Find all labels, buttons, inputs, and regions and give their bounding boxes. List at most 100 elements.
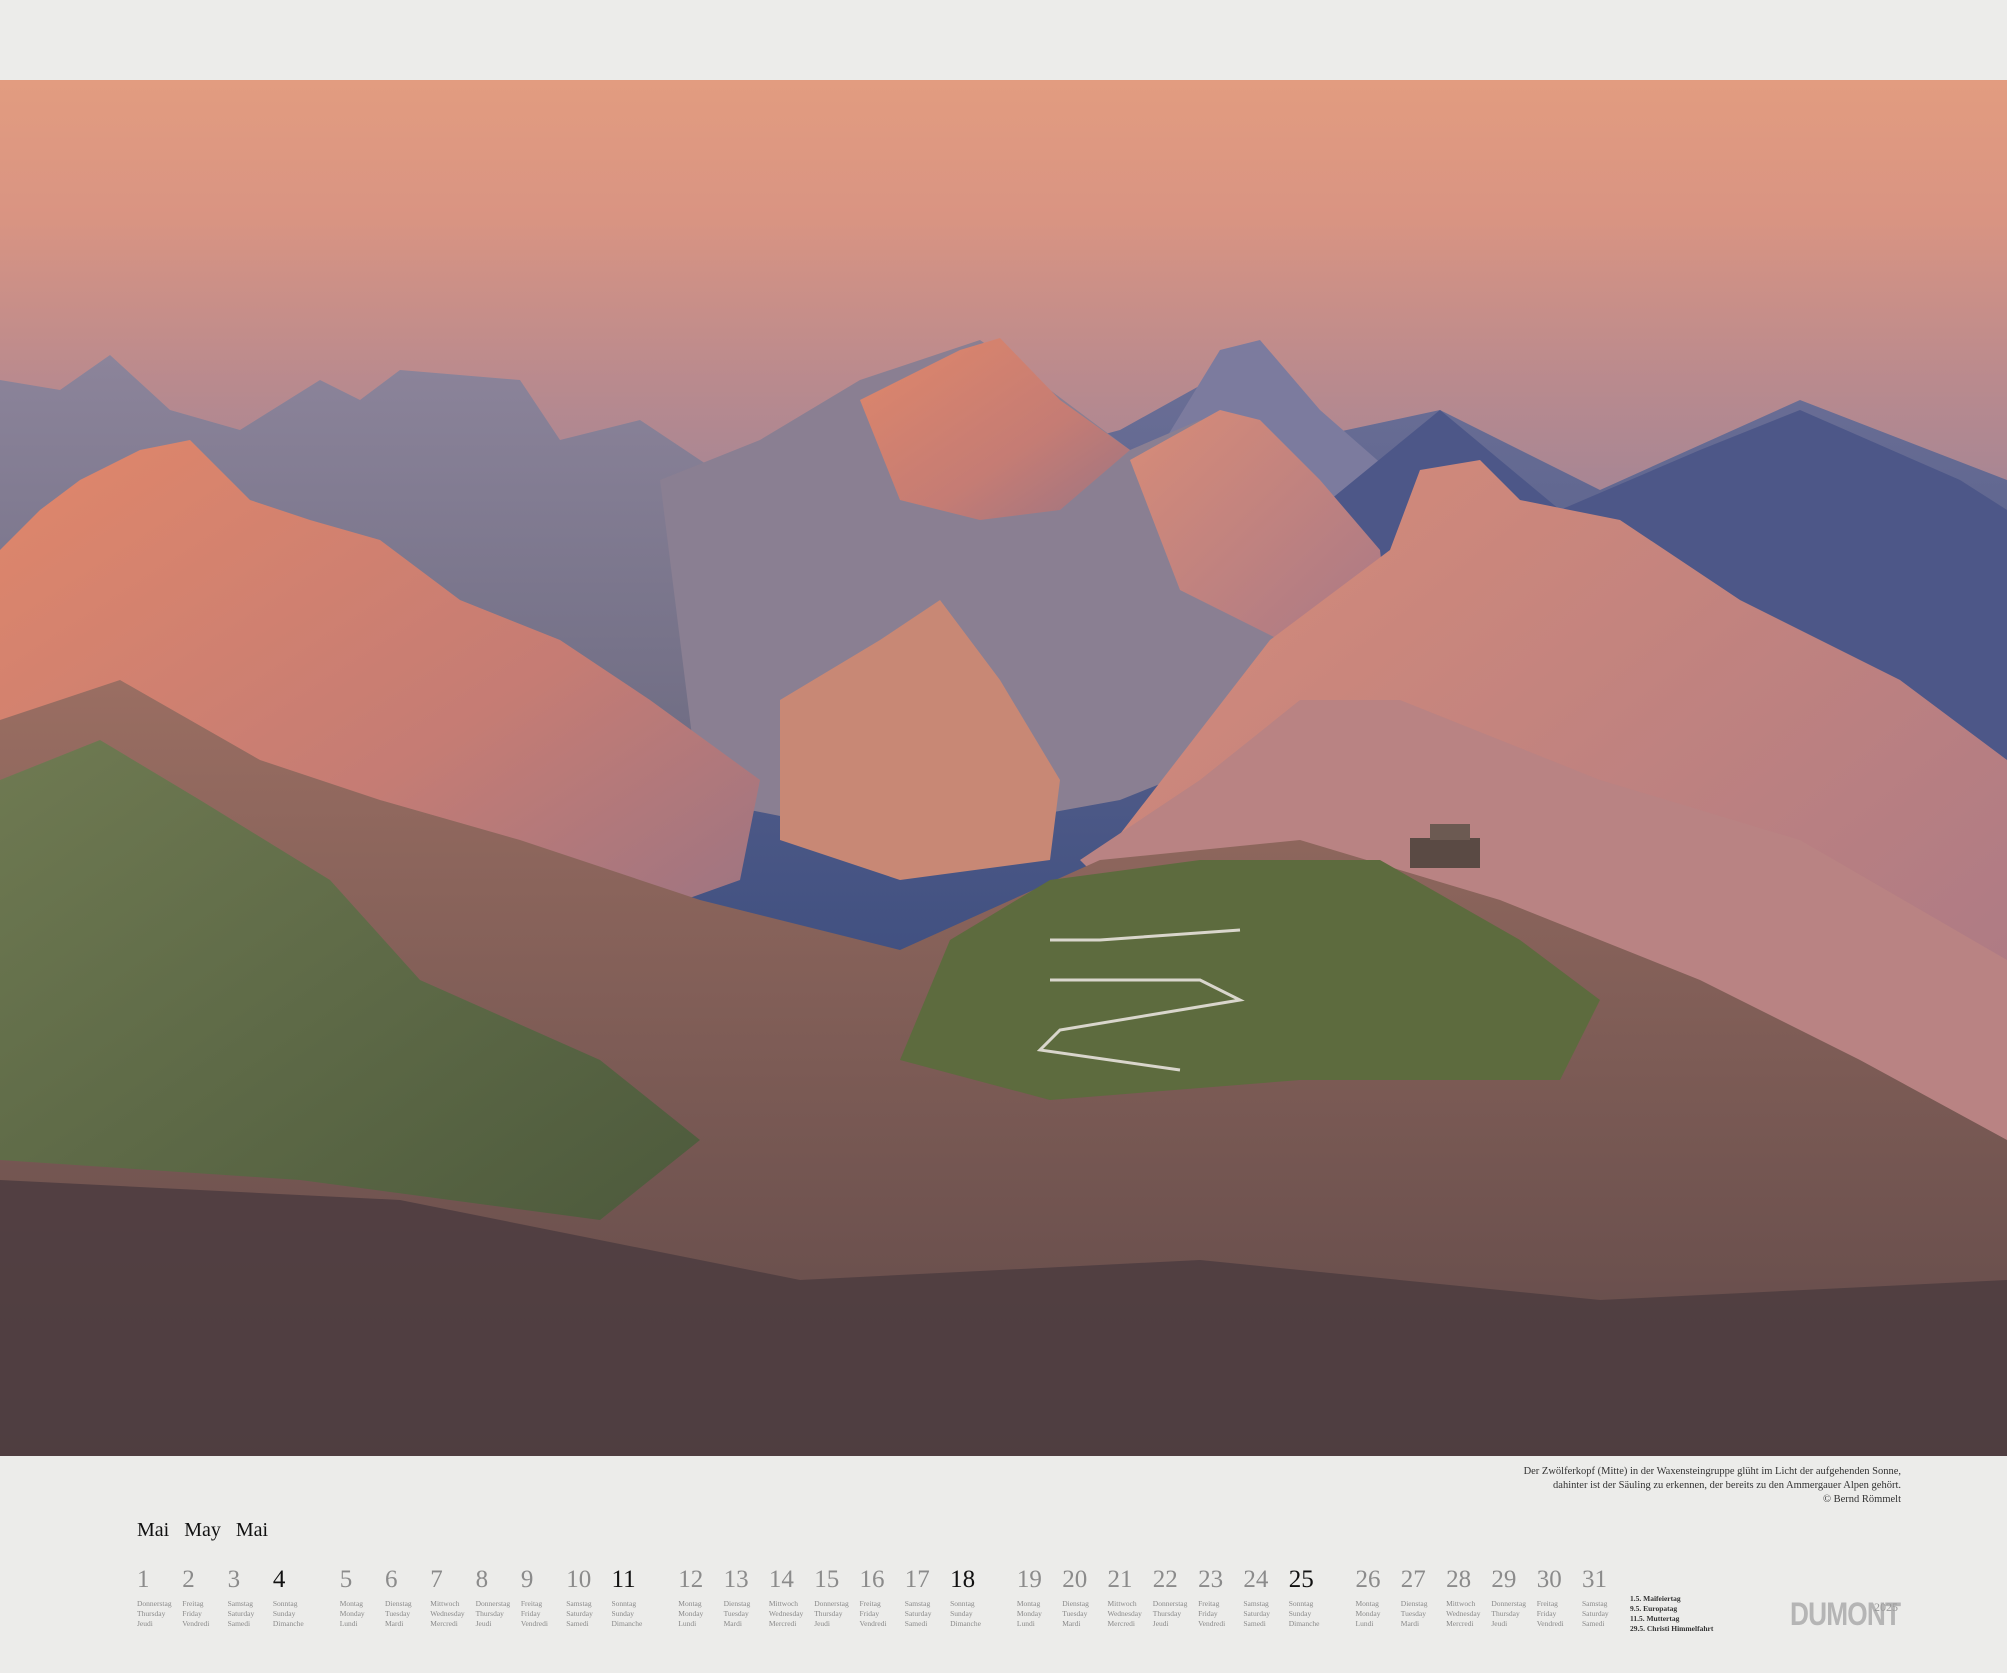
day-cell-29: 29 Donnerstag Thursday Jeudi — [1491, 1566, 1535, 1629]
day-number: 22 — [1152, 1566, 1178, 1593]
calendar-year: 2025 — [1874, 1600, 1898, 1614]
weekday-de: Donnerstag — [137, 1599, 172, 1608]
weekday-en: Sunday — [611, 1609, 635, 1618]
weekday-de: Samstag — [1582, 1599, 1608, 1608]
weekday-en: Thursday — [137, 1609, 166, 1618]
weekday-en: Thursday — [1152, 1609, 1182, 1618]
day-cell-19: 19 Montag Monday Lundi — [1017, 1566, 1061, 1629]
weekday-fr: Dimanche — [950, 1619, 981, 1628]
day-number: 27 — [1400, 1566, 1426, 1593]
weekday-en: Tuesday — [1062, 1609, 1088, 1618]
weekday-fr: Samedi — [1243, 1619, 1266, 1628]
day-number: 1 — [137, 1566, 150, 1593]
day-cell-18: 18 Sonntag Sunday Dimanche — [950, 1566, 994, 1629]
weekday-en: Saturday — [566, 1609, 593, 1618]
day-number: 13 — [723, 1566, 749, 1593]
weekday-en: Thursday — [1491, 1609, 1520, 1618]
weekday-en: Sunday — [950, 1609, 973, 1618]
day-number: 4 — [272, 1566, 286, 1593]
day-number: 2 — [182, 1566, 195, 1593]
weekday-en: Wednesday — [1107, 1609, 1142, 1618]
weekday-en: Friday — [1536, 1609, 1557, 1618]
weekday-de: Freitag — [520, 1599, 543, 1608]
day-cell-16: 16 Freitag Friday Vendredi — [860, 1566, 904, 1629]
weekday-en: Friday — [182, 1609, 202, 1618]
day-cell-3: 3 Samstag Saturday Samedi — [228, 1566, 272, 1629]
day-number: 9 — [520, 1566, 534, 1593]
weekday-fr: Jeudi — [1152, 1619, 1169, 1628]
month-en: May — [184, 1519, 221, 1541]
weekday-de: Montag — [339, 1599, 364, 1608]
day-cell-2: 2 Freitag Friday Vendredi — [182, 1566, 226, 1629]
day-cell-11: 11 Sonntag Sunday Dimanche — [612, 1566, 656, 1629]
day-cell-28: 28 Mittwoch Wednesday Mercredi — [1446, 1566, 1490, 1629]
caption-credit: © Bernd Römmelt — [1823, 1494, 1901, 1505]
weekday-de: Sonntag — [1288, 1599, 1314, 1608]
day-cell-31: 31 Samstag Saturday Samedi — [1582, 1566, 1626, 1629]
day-cell-22: 22 Donnerstag Thursday Jeudi — [1153, 1566, 1197, 1629]
weekday-en: Tuesday — [1400, 1609, 1426, 1618]
month-fr: Mai — [235, 1519, 269, 1541]
weekday-de: Mittwoch — [430, 1599, 460, 1608]
weekday-en: Monday — [1016, 1609, 1042, 1618]
day-cell-12: 12 Montag Monday Lundi — [678, 1566, 722, 1629]
weekday-fr: Lundi — [339, 1619, 358, 1628]
day-number: 5 — [339, 1566, 353, 1593]
day-number: 20 — [1062, 1566, 1088, 1593]
weekday-fr: Dimanche — [272, 1619, 304, 1628]
holiday-list: 1.5. Maifeiertag 9.5. Europatag 11.5. Mu… — [1630, 1594, 1713, 1634]
weekday-fr: Dimanche — [611, 1619, 643, 1628]
weekday-en: Sunday — [272, 1609, 296, 1618]
holiday-item: 9.5. Europatag — [1630, 1604, 1678, 1613]
weekday-de: Donnerstag — [475, 1599, 511, 1608]
weekday-fr: Samedi — [227, 1619, 251, 1628]
weekday-en: Monday — [1355, 1609, 1381, 1618]
weekday-en: Wednesday — [430, 1609, 465, 1618]
weekday-fr: Vendredi — [182, 1619, 210, 1628]
weekday-fr: Samedi — [566, 1619, 589, 1628]
day-number: 7 — [430, 1566, 443, 1593]
weekday-fr: Mardi — [1062, 1619, 1081, 1628]
weekday-en: Friday — [1198, 1609, 1218, 1618]
weekday-de: Montag — [1016, 1599, 1041, 1608]
day-cell-7: 7 Mittwoch Wednesday Mercredi — [430, 1566, 474, 1629]
holiday-item: 29.5. Christi Himmelfahrt — [1630, 1624, 1714, 1633]
weekday-de: Sonntag — [611, 1599, 637, 1608]
weekday-de: Dienstag — [385, 1599, 412, 1608]
day-number: 24 — [1243, 1566, 1269, 1593]
weekday-fr: Mercredi — [768, 1619, 797, 1628]
weekday-fr: Lundi — [678, 1619, 697, 1628]
day-cell-23: 23 Freitag Friday Vendredi — [1198, 1566, 1242, 1629]
weekday-fr: Mardi — [723, 1619, 742, 1628]
day-number: 6 — [385, 1566, 398, 1593]
day-number: 14 — [768, 1566, 794, 1593]
weekday-de: Freitag — [859, 1599, 881, 1608]
day-cell-17: 17 Samstag Saturday Samedi — [905, 1566, 949, 1629]
weekday-de: Samstag — [904, 1599, 931, 1608]
day-cell-30: 30 Freitag Friday Vendredi — [1537, 1566, 1581, 1629]
day-cell-9: 9 Freitag Friday Vendredi — [521, 1566, 565, 1629]
caption-line-1: Der Zwölferkopf (Mitte) in der Waxenstei… — [1523, 1466, 1901, 1477]
weekday-de: Mittwoch — [1446, 1599, 1476, 1608]
weekday-de: Sonntag — [950, 1599, 975, 1608]
weekday-en: Friday — [859, 1609, 880, 1618]
day-cell-5: 5 Montag Monday Lundi — [340, 1566, 384, 1629]
weekday-de: Montag — [1355, 1599, 1379, 1608]
day-number: 23 — [1198, 1566, 1224, 1593]
mountain-photo — [0, 80, 2007, 1456]
day-number: 25 — [1288, 1566, 1314, 1593]
caption-line-2: dahinter ist der Säuling zu erkennen, de… — [1553, 1480, 1901, 1491]
day-cell-6: 6 Dienstag Tuesday Mardi — [385, 1566, 429, 1629]
weekday-fr: Vendredi — [859, 1619, 887, 1628]
day-cell-27: 27 Dienstag Tuesday Mardi — [1401, 1566, 1445, 1629]
weekday-de: Dienstag — [723, 1599, 751, 1608]
day-number: 17 — [904, 1566, 930, 1593]
weekday-fr: Vendredi — [1536, 1619, 1564, 1628]
day-cell-4: 4 Sonntag Sunday Dimanche — [273, 1566, 317, 1629]
day-number: 11 — [611, 1566, 636, 1593]
month-label: Mai May Mai — [137, 1519, 278, 1542]
month-de: Mai — [137, 1519, 170, 1541]
weekday-en: Sunday — [1288, 1609, 1312, 1618]
weekday-en: Tuesday — [385, 1609, 411, 1618]
weekday-de: Samstag — [1243, 1599, 1269, 1608]
